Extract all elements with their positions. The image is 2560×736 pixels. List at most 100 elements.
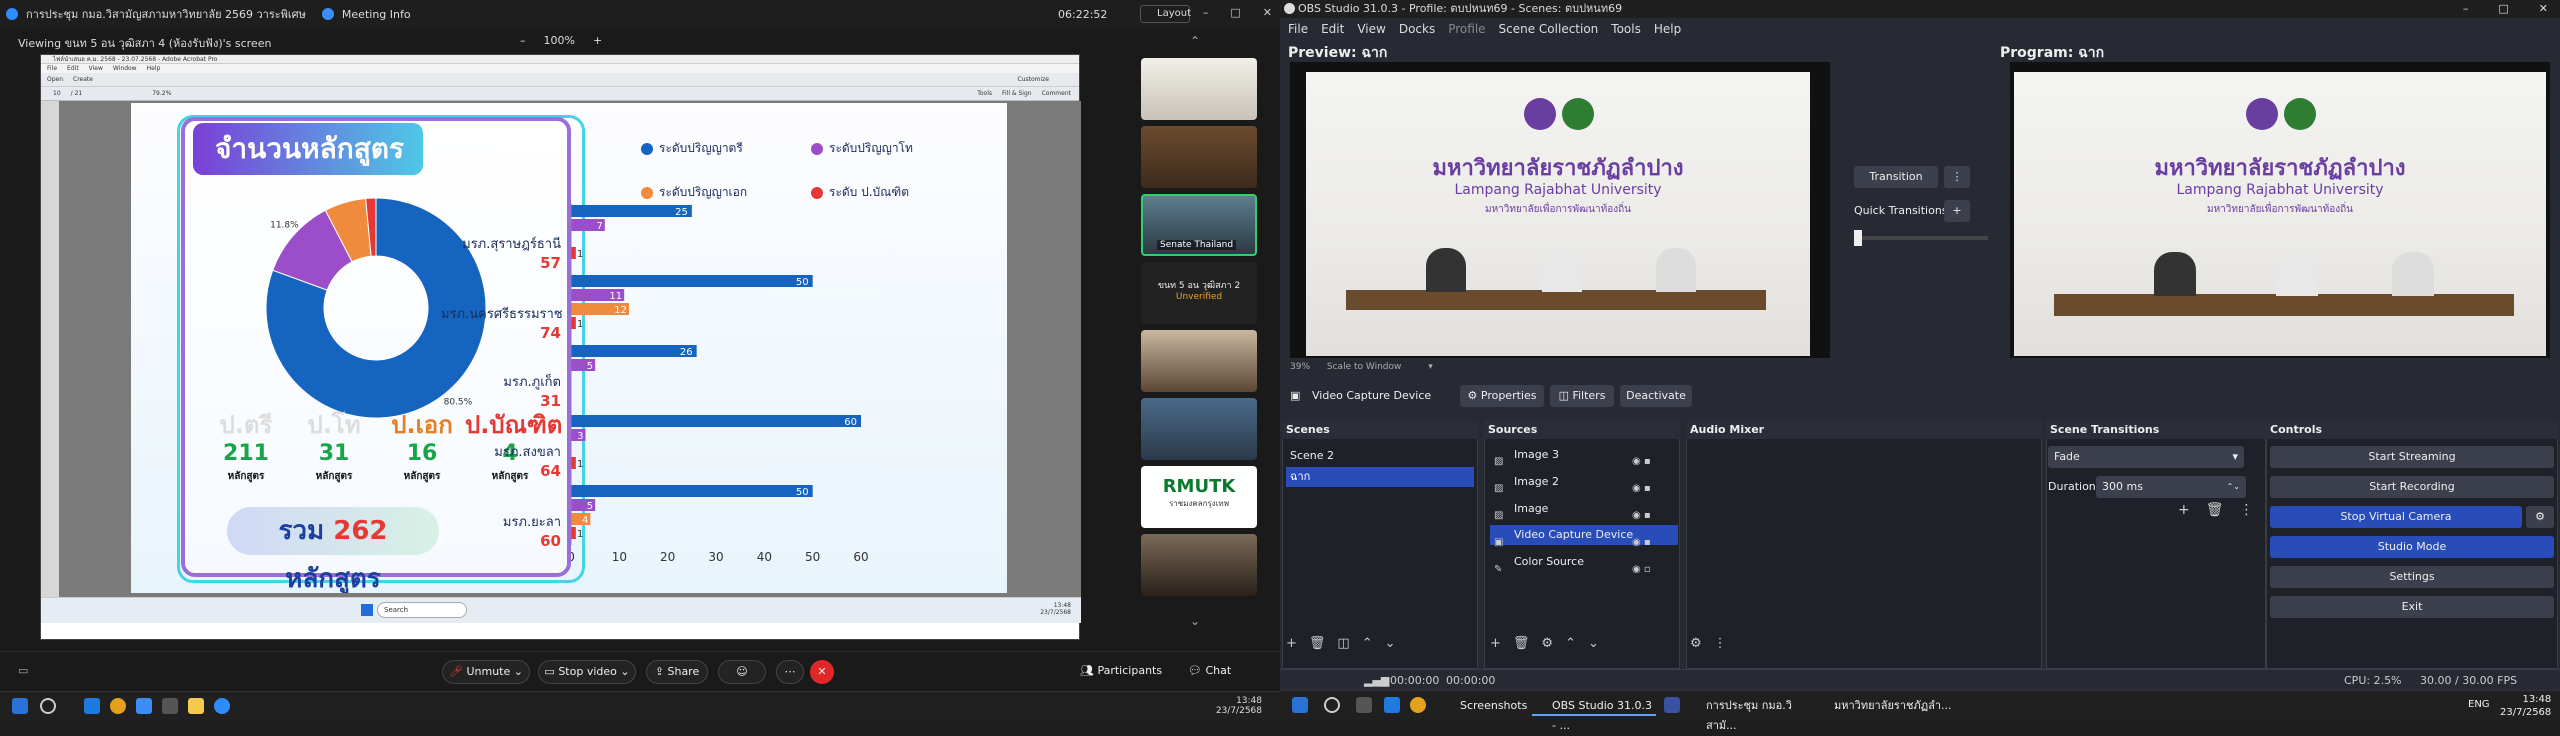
gallery-scroll-down-icon[interactable]: ⌄	[1190, 614, 1200, 628]
chrome-icon[interactable]	[1410, 697, 1426, 713]
scale-to-window-select[interactable]: Scale to Window	[1327, 362, 1401, 372]
taskbar-chrome-page[interactable]: มหาวิทยาลัยราชภัฏลำ...	[1814, 696, 1958, 716]
audio-settings-icon[interactable]: ⚙	[1690, 636, 1702, 651]
video-tile[interactable]	[1141, 58, 1257, 120]
video-tile[interactable]	[1141, 330, 1257, 392]
eye-icon[interactable]: ◉ ▪	[1632, 475, 1651, 502]
remove-scene-icon[interactable]: 🗑︎	[1309, 636, 1326, 651]
meeting-info-icon[interactable]	[321, 8, 334, 20]
zoom-app-icon[interactable]	[136, 698, 152, 714]
participants-button[interactable]: 👥︎ Participants	[1080, 664, 1162, 677]
acrobat-menu-help[interactable]: Help	[147, 64, 161, 73]
scene-item[interactable]: Scene 2	[1286, 446, 1474, 466]
video-tile[interactable]	[1141, 534, 1257, 596]
transition-slider-track[interactable]	[1854, 236, 1988, 240]
remove-transition-icon[interactable]: 🗑︎	[2206, 502, 2224, 518]
close-icon[interactable]: ✕	[2539, 0, 2548, 18]
properties-button[interactable]: ⚙ Properties	[1460, 385, 1544, 407]
obs-menu-view[interactable]: View	[1357, 18, 1385, 40]
chat-button[interactable]: 💬︎ Chat	[1188, 664, 1231, 677]
acrobat-menu-file[interactable]: File	[47, 64, 57, 73]
unmute-button[interactable]: 🎤︎ Unmute ⌄	[442, 660, 530, 684]
add-transition-icon[interactable]: +	[2178, 502, 2190, 518]
app-icon[interactable]	[1664, 697, 1680, 713]
chrome-icon[interactable]	[110, 698, 126, 714]
audio-menu-icon[interactable]: ⋮	[1714, 636, 1727, 651]
obs-menu-profile[interactable]: Profile	[1448, 18, 1485, 40]
add-quick-transition-button[interactable]: +	[1944, 200, 1970, 222]
remove-source-icon[interactable]: 🗑︎	[1513, 636, 1530, 651]
deactivate-button[interactable]: Deactivate	[1620, 385, 1692, 407]
stop-virtual-camera-button[interactable]: Stop Virtual Camera	[2270, 506, 2522, 528]
taskbar-obs[interactable]: OBS Studio 31.0.3 - ...	[1532, 696, 1656, 732]
obs-menu-scene-collection[interactable]: Scene Collection	[1499, 18, 1599, 40]
stop-video-button[interactable]: ▭ Stop video ⌄	[538, 660, 636, 684]
eye-icon[interactable]: ◉ ▪	[1632, 529, 1651, 556]
captions-icon[interactable]: ▭	[18, 664, 28, 677]
acrobat-customize[interactable]: Customize	[1018, 73, 1050, 86]
video-tile[interactable]: RMUTK ราชมงคลกรุงเทพ	[1141, 466, 1257, 528]
video-tile-off[interactable]: ขนท 5 อน วุฒิสภา 2 Unverified	[1141, 262, 1257, 324]
acrobat-zoom-select[interactable]: 79.2%	[152, 87, 171, 100]
minimize-icon[interactable]: –	[1203, 6, 1209, 19]
windows-start-icon[interactable]	[12, 698, 28, 714]
video-tile[interactable]	[1141, 126, 1257, 188]
search-icon[interactable]	[1324, 697, 1340, 713]
eye-icon[interactable]: ◉ ▪	[1632, 502, 1651, 529]
share-button[interactable]: ⇪ Share	[646, 660, 708, 684]
transition-menu-icon[interactable]: ⋮	[2240, 502, 2254, 518]
virtual-camera-settings-icon[interactable]: ⚙	[2526, 506, 2554, 528]
layout-button[interactable]: Layout	[1140, 5, 1191, 23]
minimize-icon[interactable]: –	[2463, 0, 2469, 18]
acrobat-tools[interactable]: Tools	[977, 87, 992, 101]
obs-menu-edit[interactable]: Edit	[1321, 18, 1344, 40]
scale-dropdown-icon[interactable]: ▾	[1428, 362, 1433, 372]
zoom-taskbar-icon[interactable]	[214, 698, 230, 714]
stepper-icon[interactable]: ⌃⌄	[2227, 476, 2240, 498]
scene-item-selected[interactable]: ฉาก	[1286, 467, 1474, 487]
transition-button[interactable]: Transition	[1854, 166, 1938, 188]
explorer-icon[interactable]	[188, 698, 204, 714]
zoom-level[interactable]: 100%	[544, 34, 575, 47]
obs-app-icon[interactable]	[162, 698, 178, 714]
task-view-icon[interactable]	[1356, 697, 1372, 713]
eye-icon[interactable]: ◉ ▪	[1632, 448, 1651, 475]
edge-icon[interactable]	[1384, 697, 1400, 713]
taskbar-screenshots[interactable]: Screenshots	[1440, 696, 1532, 716]
obs-menu-docks[interactable]: Docks	[1399, 18, 1435, 40]
settings-button[interactable]: Settings	[2270, 566, 2554, 588]
acrobat-open-button[interactable]: Open	[47, 73, 63, 86]
edge-icon[interactable]	[84, 698, 100, 714]
obs-menu-tools[interactable]: Tools	[1611, 18, 1641, 40]
video-tile-active[interactable]: Senate Thailand	[1141, 194, 1257, 256]
gallery-scroll-up-icon[interactable]: ⌃	[1190, 34, 1200, 48]
move-down-icon[interactable]: ⌄	[1588, 636, 1599, 651]
acrobat-create-button[interactable]: Create	[73, 73, 93, 86]
taskbar-clock[interactable]: 13:48 23/7/2568	[2500, 693, 2551, 719]
start-recording-button[interactable]: Start Recording	[2270, 476, 2554, 498]
add-source-icon[interactable]: +	[1490, 636, 1501, 651]
exit-button[interactable]: Exit	[2270, 596, 2554, 618]
maximize-icon[interactable]: □	[2498, 0, 2508, 18]
source-properties-icon[interactable]: ⚙	[1541, 636, 1553, 651]
move-up-icon[interactable]: ⌃	[1362, 636, 1373, 651]
obs-menu-help[interactable]: Help	[1654, 18, 1681, 40]
search-icon[interactable]	[40, 698, 56, 714]
close-icon[interactable]: ✕	[1263, 6, 1272, 19]
transition-type-select[interactable]: Fade ▾	[2048, 446, 2244, 468]
studio-mode-button[interactable]: Studio Mode	[2270, 536, 2554, 558]
leave-button[interactable]: ✕	[810, 660, 834, 684]
windows-start-icon[interactable]	[1292, 697, 1308, 713]
reactions-button[interactable]: ☺	[718, 660, 766, 684]
zoom-out-button[interactable]: –	[520, 34, 526, 47]
language-indicator[interactable]: ENG	[2468, 699, 2490, 710]
video-tile[interactable]	[1141, 398, 1257, 460]
zoom-in-button[interactable]: +	[593, 34, 602, 47]
more-button[interactable]: ⋯	[776, 660, 804, 684]
move-up-icon[interactable]: ⌃	[1565, 636, 1576, 651]
duration-input[interactable]: 300 ms ⌃⌄	[2096, 476, 2246, 498]
transition-menu-button[interactable]: ⋮	[1944, 166, 1970, 188]
move-down-icon[interactable]: ⌄	[1385, 636, 1396, 651]
transition-slider-handle[interactable]	[1854, 230, 1862, 246]
acrobat-page-input[interactable]: 10	[53, 87, 61, 100]
